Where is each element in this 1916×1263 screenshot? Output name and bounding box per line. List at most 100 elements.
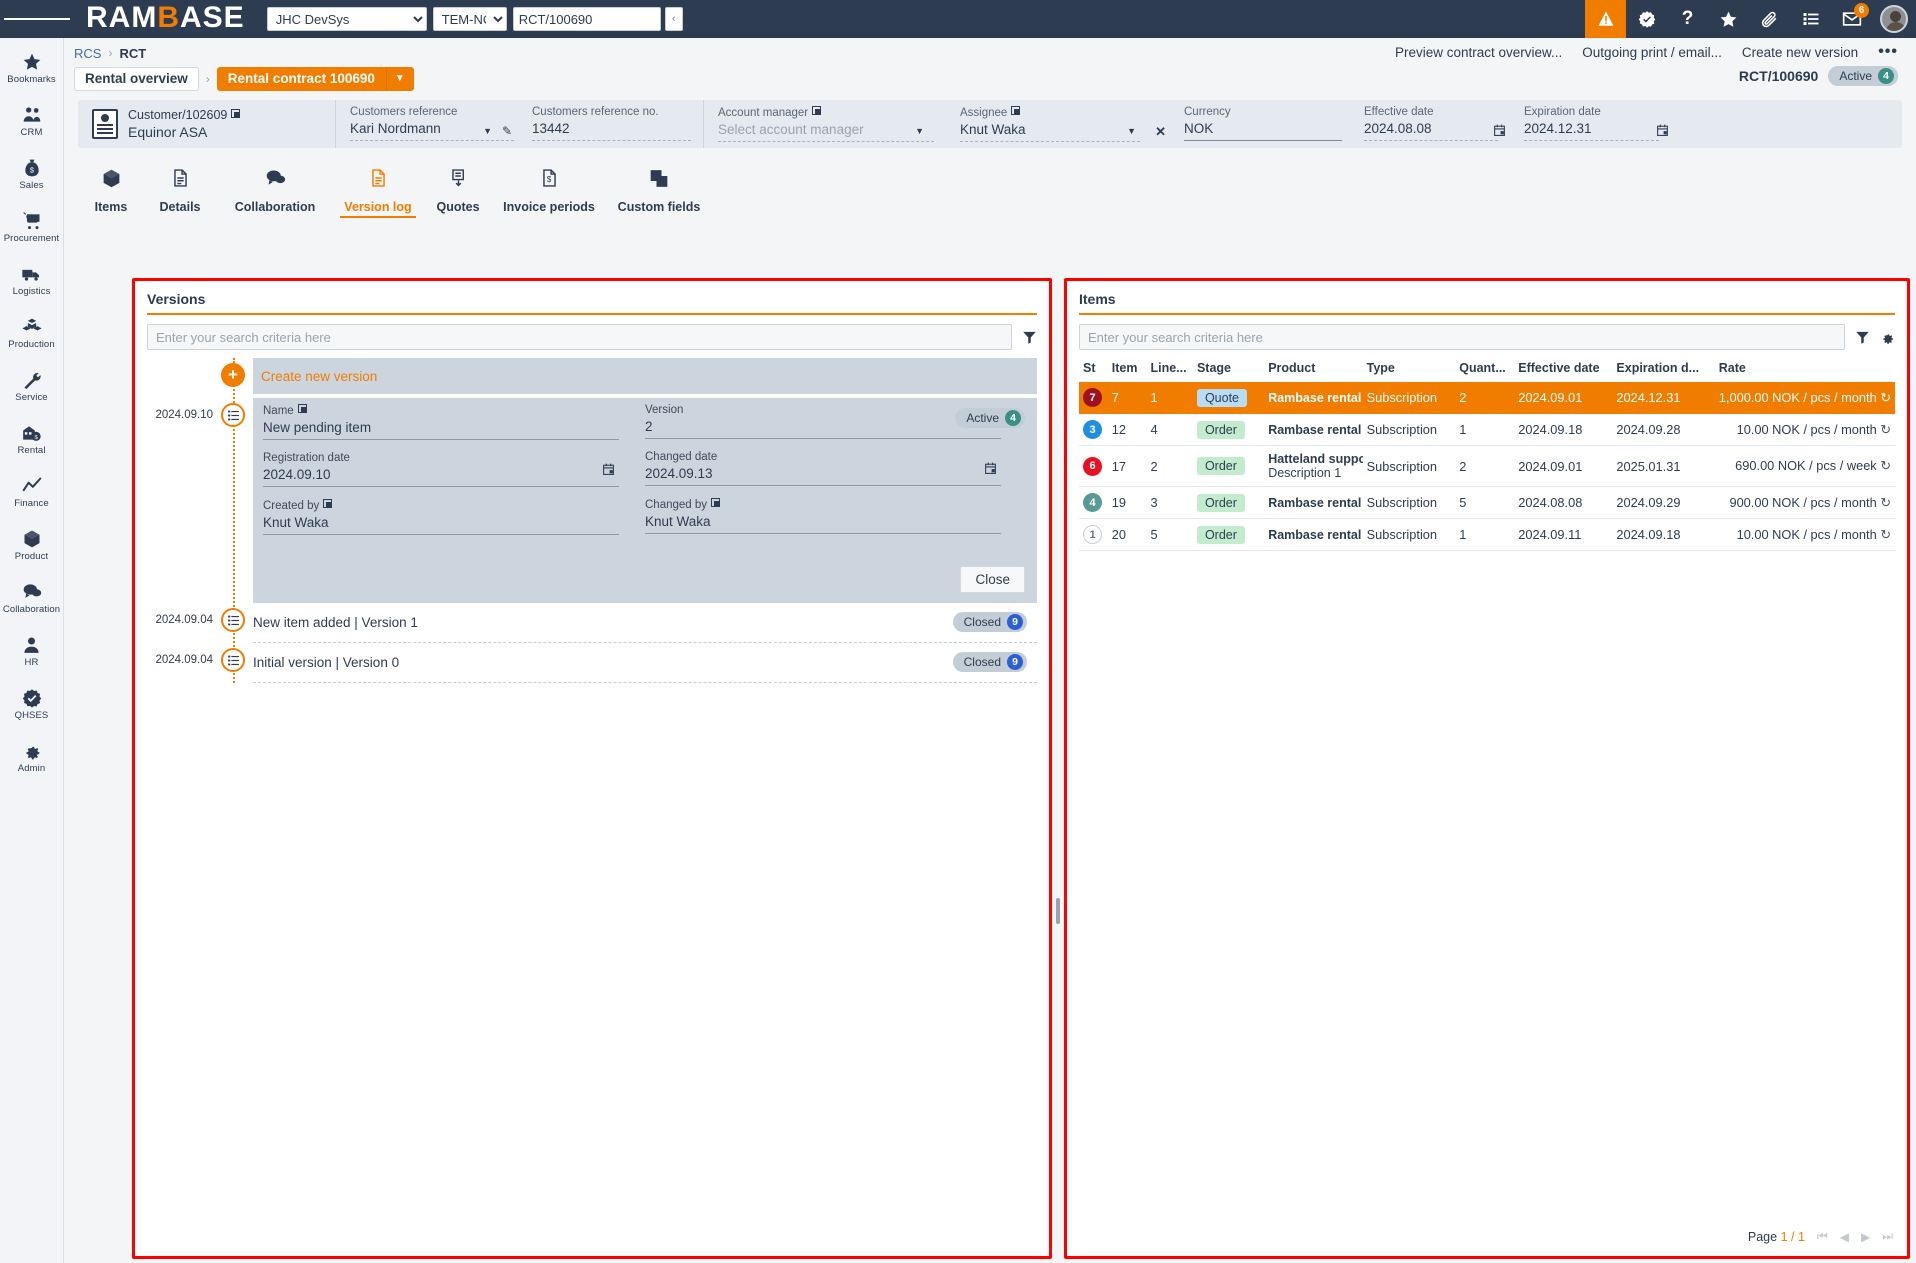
tab-details[interactable]: Details — [144, 162, 216, 218]
preview-contract-overview-link[interactable]: Preview contract overview... — [1395, 45, 1562, 60]
stage-chip[interactable]: Order — [1197, 526, 1245, 544]
col-st[interactable]: St — [1079, 358, 1108, 382]
breadcrumb-root[interactable]: RCS — [74, 46, 101, 61]
document-search-input[interactable] — [513, 7, 661, 31]
alert-icon[interactable] — [1585, 0, 1626, 38]
sidebar-item-bookmarks[interactable]: Bookmarks — [0, 44, 64, 92]
col-line[interactable]: Line... — [1146, 358, 1192, 382]
system-select[interactable]: JHC DevSys — [267, 7, 427, 31]
history-icon[interactable]: ↻ — [1880, 495, 1891, 510]
help-icon[interactable]: ? — [1667, 0, 1708, 38]
tab-quotes[interactable]: Quotes — [422, 162, 494, 218]
gear-icon[interactable] — [1880, 330, 1895, 345]
calendar-icon[interactable] — [984, 461, 997, 480]
changed-by-field[interactable]: Changed by Knut Waka — [645, 498, 1001, 534]
favorites-icon[interactable] — [1708, 0, 1749, 38]
versions-search-input[interactable] — [147, 324, 1012, 350]
external-link-icon[interactable] — [711, 498, 720, 507]
calendar-icon[interactable] — [602, 462, 615, 481]
expiration-date-field[interactable]: Expiration date 2024.12.31 — [1508, 100, 1683, 148]
version-node-icon[interactable] — [221, 403, 245, 427]
close-icon[interactable]: ✕ — [1155, 124, 1166, 140]
effective-date-field[interactable]: Effective date 2024.08.08 — [1350, 100, 1508, 148]
currency-field[interactable]: Currency NOK — [1168, 100, 1350, 148]
external-link-icon[interactable] — [812, 106, 821, 115]
pager-first-button[interactable]: ⏮ — [1817, 1229, 1828, 1244]
table-row[interactable]: 3 12 4 Order Rambase rental s Subscripti… — [1079, 414, 1895, 446]
sidebar-item-logistics[interactable]: Logistics — [0, 256, 64, 304]
sidebar-item-sales[interactable]: $ Sales — [0, 150, 64, 198]
sidebar-item-qhses[interactable]: QHSES — [0, 680, 64, 728]
tab-version-log[interactable]: Version log — [334, 162, 422, 218]
stage-chip[interactable]: Order — [1197, 421, 1245, 439]
customer-block[interactable]: Customer/102609 Equinor ASA — [78, 100, 336, 148]
tab-rental-overview[interactable]: Rental overview — [74, 67, 199, 91]
filter-icon[interactable] — [1855, 330, 1870, 345]
pager-prev-button[interactable]: ◀ — [1840, 1230, 1849, 1244]
sidebar-item-service[interactable]: Service — [0, 362, 64, 410]
messages-icon[interactable]: 6 — [1831, 0, 1872, 38]
version-row[interactable]: 2024.09.04 Initial version | Version 0 C… — [147, 643, 1037, 683]
version-name-field[interactable]: Name New pending item — [263, 404, 619, 440]
col-type[interactable]: Type — [1363, 358, 1456, 382]
items-search-input[interactable] — [1079, 324, 1845, 350]
col-product[interactable]: Product — [1264, 358, 1362, 382]
panel-splitter-handle[interactable] — [1056, 898, 1060, 924]
tasklist-icon[interactable] — [1790, 0, 1831, 38]
menu-icon[interactable] — [0, 0, 74, 38]
attachment-icon[interactable] — [1749, 0, 1790, 38]
history-icon[interactable]: ↻ — [1880, 458, 1891, 473]
create-new-version-row[interactable]: Create new version — [253, 358, 1037, 394]
sidebar-item-rental[interactable]: $ Rental — [0, 415, 64, 463]
account-manager-field[interactable]: Account manager Select account manager ▼ — [704, 100, 946, 148]
chevron-down-icon[interactable]: ▼ — [483, 126, 492, 136]
sidebar-item-crm[interactable]: CRM — [0, 97, 64, 145]
external-link-icon[interactable] — [1011, 106, 1020, 115]
stage-chip[interactable]: Quote — [1197, 389, 1247, 407]
version-node-icon[interactable] — [221, 648, 245, 672]
pager-next-button[interactable]: ▶ — [1861, 1230, 1870, 1244]
sidebar-item-product[interactable]: Product — [0, 521, 64, 569]
col-effective-date[interactable]: Effective date — [1514, 358, 1612, 382]
external-link-icon[interactable] — [298, 404, 307, 413]
col-rate[interactable]: Rate — [1715, 358, 1895, 382]
version-node-icon[interactable] — [221, 608, 245, 632]
tab-rental-contract[interactable]: Rental contract 100690 — [217, 67, 386, 91]
sidebar-item-finance[interactable]: Finance — [0, 468, 64, 516]
approval-icon[interactable] — [1626, 0, 1667, 38]
col-expiration-date[interactable]: Expiration d... — [1612, 358, 1714, 382]
external-link-icon[interactable] — [231, 109, 240, 118]
calendar-icon[interactable] — [1493, 123, 1506, 142]
history-icon[interactable]: ↻ — [1880, 390, 1891, 405]
table-row[interactable]: 7 7 1 Quote Rambase rental s Subscriptio… — [1079, 382, 1895, 414]
tab-custom-fields[interactable]: Custom fields — [604, 162, 714, 218]
filter-icon[interactable] — [1022, 330, 1037, 345]
chevron-down-icon[interactable]: ▼ — [1127, 126, 1136, 136]
customers-reference-field[interactable]: Customers reference Kari Nordmann ▼ ✎ — [336, 100, 514, 148]
external-link-icon[interactable] — [323, 499, 332, 508]
col-stage[interactable]: Stage — [1193, 358, 1264, 382]
more-actions-icon[interactable]: ••• — [1878, 43, 1898, 61]
col-quantity[interactable]: Quant... — [1455, 358, 1514, 382]
tab-invoice-periods[interactable]: $ Invoice periods — [494, 162, 604, 218]
version-number-field[interactable]: Version 2 — [645, 404, 1001, 439]
table-row[interactable]: 6 17 2 Order Hatteland suppor Descriptio… — [1079, 446, 1895, 487]
add-version-icon[interactable]: + — [221, 363, 245, 387]
history-icon[interactable]: ↻ — [1880, 422, 1891, 437]
table-row[interactable]: 4 19 3 Order Rambase rental s Subscripti… — [1079, 487, 1895, 519]
avatar[interactable] — [1872, 0, 1916, 38]
calendar-icon[interactable] — [1656, 123, 1669, 142]
sidebar-item-collaboration[interactable]: Collaboration — [0, 574, 64, 622]
customers-reference-no-field[interactable]: Customers reference no. 13442 — [514, 100, 704, 148]
table-row[interactable]: 1 20 5 Order Rambase rental s Subscripti… — [1079, 519, 1895, 551]
sidebar-item-hr[interactable]: HR — [0, 627, 64, 675]
outgoing-print-email-link[interactable]: Outgoing print / email... — [1582, 45, 1722, 60]
sidebar-item-procurement[interactable]: Procurement — [0, 203, 64, 251]
changed-date-field[interactable]: Changed date 2024.09.13 — [645, 451, 1001, 486]
created-by-field[interactable]: Created by Knut Waka — [263, 499, 619, 535]
col-item[interactable]: Item — [1108, 358, 1147, 382]
chevron-down-icon[interactable]: ▼ — [386, 67, 414, 91]
stage-chip[interactable]: Order — [1197, 457, 1245, 475]
collapse-toggle[interactable]: ‹ — [665, 7, 683, 31]
tab-collaboration[interactable]: Collaboration — [216, 162, 334, 218]
